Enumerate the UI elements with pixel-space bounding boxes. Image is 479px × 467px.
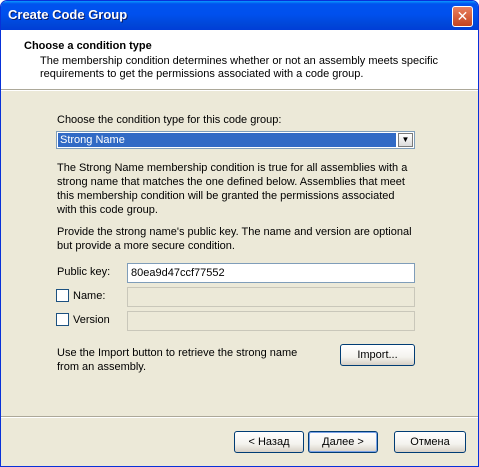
next-button[interactable]: Далее > — [308, 431, 378, 453]
cancel-button[interactable]: Отмена — [394, 431, 466, 453]
wizard-header: Choose a condition type The membership c… — [1, 30, 478, 89]
header-description: The membership condition determines whet… — [40, 55, 439, 80]
dropdown-arrow-button[interactable]: ▼ — [398, 133, 413, 147]
import-instructions: Use the Import button to retrieve the st… — [57, 347, 298, 373]
public-key-instructions: Provide the strong name's public key. Th… — [57, 226, 412, 252]
condition-type-selected: Strong Name — [58, 133, 396, 147]
import-button[interactable]: Import... — [340, 344, 415, 366]
version-checkbox[interactable] — [56, 313, 69, 326]
window-title: Create Code Group — [8, 7, 128, 22]
version-field — [127, 311, 415, 331]
name-checkbox[interactable] — [56, 289, 69, 302]
title-bar[interactable]: Create Code Group ✕ — [1, 1, 478, 30]
public-key-label: Public key: — [57, 266, 111, 278]
condition-type-dropdown[interactable]: Strong Name ▼ — [56, 131, 415, 149]
create-code-group-dialog: Create Code Group ✕ Choose a condition t… — [0, 0, 479, 467]
close-icon: ✕ — [456, 8, 469, 24]
version-label[interactable]: Version — [73, 313, 110, 327]
footer-divider — [1, 416, 478, 418]
close-button[interactable]: ✕ — [452, 6, 473, 27]
name-label[interactable]: Name: — [73, 289, 105, 303]
back-button[interactable]: < Назад — [234, 431, 304, 453]
header-divider — [1, 89, 478, 91]
strong-name-description: The Strong Name membership condition is … — [57, 162, 408, 216]
public-key-field[interactable]: 80ea9d47ccf77552 — [127, 263, 415, 283]
header-title: Choose a condition type — [24, 40, 152, 52]
name-field — [127, 287, 415, 307]
chevron-down-icon: ▼ — [401, 135, 410, 144]
condition-type-label: Choose the condition type for this code … — [57, 114, 282, 126]
